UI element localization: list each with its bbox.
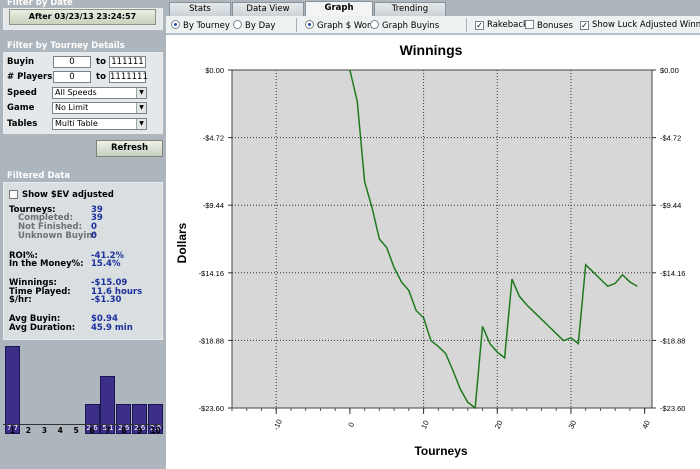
histogram-x-tick: 3	[41, 426, 47, 435]
bonuses-option[interactable]: Bonuses	[525, 20, 573, 31]
tab-bar: Stats Data View Graph Trending	[166, 0, 700, 16]
chart-title: Winnings	[400, 42, 463, 58]
x-tick-label: 40	[640, 419, 652, 430]
y-tick-label: -$18.88	[199, 336, 224, 345]
y-tick-label-right: -$14.16	[660, 269, 685, 278]
speed-value: All Speeds	[55, 88, 97, 97]
graph-buyins-option[interactable]: Graph Buyins	[370, 20, 439, 31]
y-tick-label: -$9.44	[203, 201, 224, 210]
histogram-axis	[3, 424, 163, 425]
tables-select[interactable]: Multi Table ▼	[52, 118, 147, 130]
tables-label: Tables	[7, 119, 38, 129]
bonuses-label: Bonuses	[537, 21, 573, 31]
x-tick-label: -10	[271, 418, 284, 432]
luck-adjusted-label: Show Luck Adjusted Winning	[592, 20, 700, 30]
y-tick-label-right: -$18.88	[660, 336, 685, 345]
histogram-x-tick: 10	[150, 426, 161, 435]
speed-label: Speed	[7, 88, 37, 98]
x-tick-label: 30	[566, 419, 578, 430]
players-label: # Players	[7, 72, 53, 82]
stat-value: -$1.30	[91, 295, 122, 305]
buyin-min-input[interactable]: 0	[53, 56, 91, 68]
players-min-input[interactable]: 0	[53, 71, 91, 83]
radio-selected-icon	[305, 20, 314, 29]
y-tick-label: $0.00	[205, 66, 224, 75]
stat-label: $/hr:	[9, 295, 32, 305]
rakeback-label: Rakeback	[487, 20, 528, 30]
stat-value: 15.4%	[91, 259, 121, 269]
show-sev-label: Show $EV adjusted	[22, 190, 114, 200]
radio-icon	[370, 20, 379, 29]
checkmark-icon: ✓	[580, 21, 589, 30]
separator	[466, 18, 467, 32]
refresh-button[interactable]: Refresh	[96, 140, 163, 157]
histogram-x-tick: 8	[121, 426, 127, 435]
graph-won-option[interactable]: Graph $ Won	[305, 20, 372, 31]
winnings-chart: $0.00 $0.00 -$4.72 -$4.72 -$9.44 -$9.44 -$14.1…	[175, 42, 685, 458]
y-tick-label: -$4.72	[203, 134, 224, 143]
x-tick-label: 20	[493, 419, 505, 430]
plot-area	[231, 69, 653, 409]
players-max-input[interactable]: 1111111	[109, 71, 148, 83]
buyin-label: Buyin	[7, 57, 35, 67]
chart-area: $0.00 $0.00 -$4.72 -$4.72 -$9.44 -$9.44 -$14.1…	[166, 35, 700, 469]
show-sev-checkbox[interactable]	[9, 190, 18, 199]
y-tick-label: -$23.60	[199, 404, 224, 413]
graph-won-label: Graph $ Won	[317, 21, 373, 31]
by-tourney-option[interactable]: By Tourney	[171, 20, 230, 31]
histogram-x-tick: 1	[9, 426, 16, 435]
x-tick-label: 0	[346, 421, 356, 429]
chevron-down-icon: ▼	[136, 103, 146, 113]
radio-icon	[233, 20, 242, 29]
players-to-label: to	[96, 72, 106, 82]
tables-value: Multi Table	[55, 119, 98, 128]
buyin-max-input[interactable]: 111111	[109, 56, 146, 68]
game-select[interactable]: No Limit ▼	[52, 102, 147, 114]
buyin-to-label: to	[96, 57, 106, 67]
game-label: Game	[7, 103, 35, 113]
filtered-data-header: Filtered Data	[7, 171, 71, 181]
graph-options-row: By Tourney By Day Graph $ Won Graph Buyi…	[166, 16, 700, 34]
rakeback-option[interactable]: ✓ Rakeback	[475, 20, 528, 30]
y-axis-title: Dollars	[175, 222, 189, 263]
checkmark-icon: ✓	[475, 21, 484, 30]
tab-graph[interactable]: Graph	[305, 1, 373, 16]
histogram-x-tick: 4	[57, 426, 63, 435]
y-tick-label-right: $0.00	[660, 66, 679, 75]
histogram: 7.7 2.6 5.1 2.6 2.6 2.6	[3, 330, 164, 434]
histogram-x-tick: 9	[137, 426, 143, 435]
y-tick-label-right: -$23.60	[660, 404, 685, 413]
histogram-x-tick: 6	[89, 426, 95, 435]
by-day-option[interactable]: By Day	[233, 20, 275, 31]
left-panel: Filter by Date After 03/23/13 23:24:57 F…	[0, 0, 166, 469]
x-tick-label: 10	[419, 419, 431, 430]
stat-value: 0	[91, 231, 97, 241]
luck-adjusted-option[interactable]: ✓Show Luck Adjusted Winning	[580, 20, 700, 30]
stat-label: In the Money%:	[9, 259, 84, 269]
tab-stats[interactable]: Stats	[169, 2, 231, 16]
chevron-down-icon: ▼	[136, 119, 146, 129]
tab-data-view[interactable]: Data View	[232, 2, 304, 16]
y-tick-label-right: -$4.72	[660, 134, 681, 143]
histogram-x-tick: 5	[73, 426, 79, 435]
game-value: No Limit	[55, 103, 89, 112]
y-tick-label-right: -$9.44	[660, 201, 681, 210]
tab-trending[interactable]: Trending	[374, 2, 446, 16]
by-day-label: By Day	[245, 21, 276, 31]
by-tourney-label: By Tourney	[183, 21, 230, 31]
speed-select[interactable]: All Speeds ▼	[52, 87, 147, 99]
radio-selected-icon	[171, 20, 180, 29]
histogram-bar	[5, 346, 20, 434]
stat-label: Unknown Buyin:	[18, 231, 96, 241]
graph-buyins-label: Graph Buyins	[382, 21, 440, 31]
tourney-details-header: Filter by Tourney Details	[7, 41, 125, 51]
histogram-x-tick: 7	[105, 426, 111, 435]
x-axis-title: Tourneys	[414, 444, 467, 458]
histogram-x-tick: 2	[25, 426, 31, 435]
separator	[296, 18, 297, 32]
y-tick-label: -$14.16	[199, 269, 224, 278]
chevron-down-icon: ▼	[136, 88, 146, 98]
date-filter-button[interactable]: After 03/23/13 23:24:57	[9, 9, 156, 25]
checkbox-icon	[525, 20, 534, 29]
